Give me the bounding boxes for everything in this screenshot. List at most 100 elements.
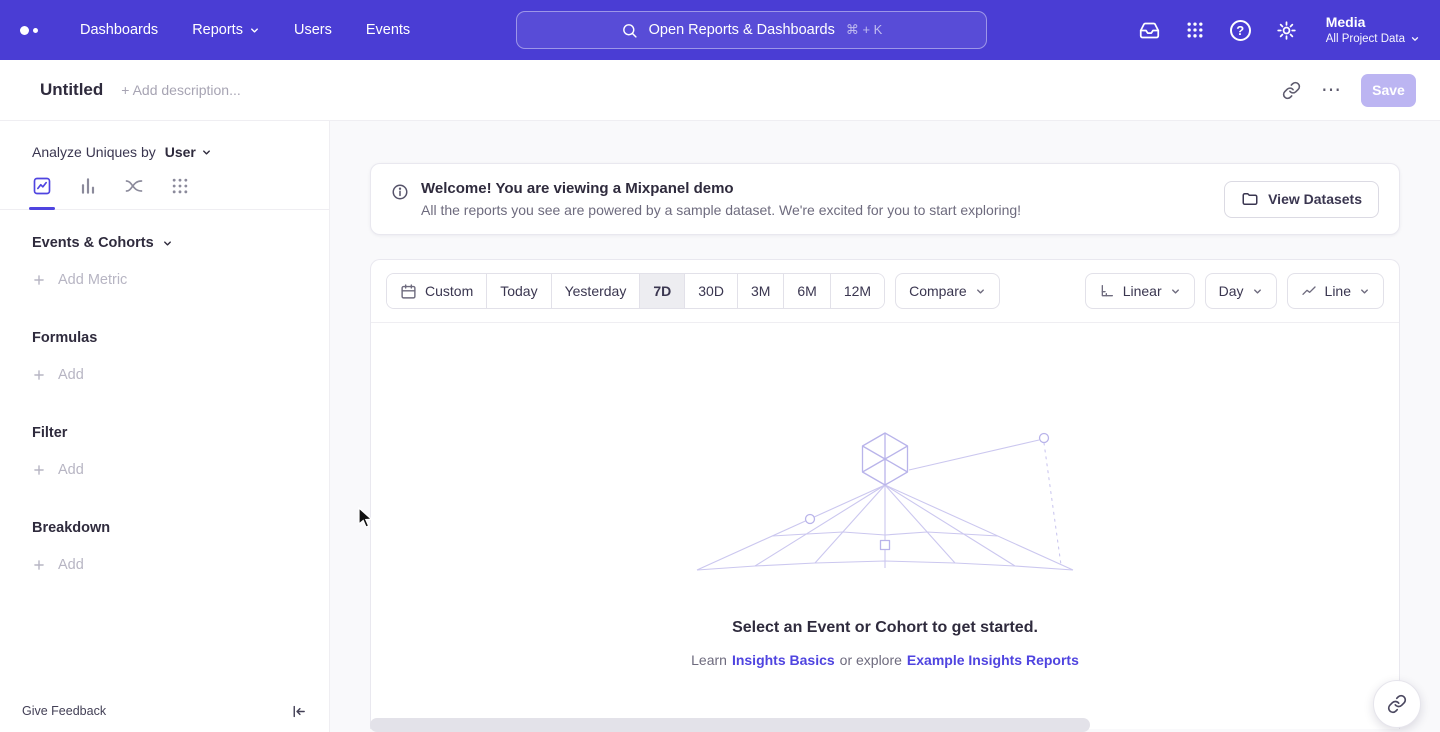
add-breakdown-button[interactable]: Add: [32, 557, 84, 573]
chevron-down-icon: [1359, 286, 1370, 297]
learn-prefix: Learn: [691, 652, 727, 668]
add-metric-label: Add Metric: [58, 272, 127, 288]
add-filter-label: Add: [58, 462, 84, 478]
scale-select[interactable]: Linear: [1085, 273, 1195, 309]
analyze-row: Analyze Uniques by User: [0, 121, 329, 160]
compare-label: Compare: [909, 283, 967, 299]
range-30d[interactable]: 30D: [684, 274, 737, 308]
insights-basics-link[interactable]: Insights Basics: [732, 652, 835, 668]
copy-link-icon[interactable]: [1282, 81, 1301, 100]
global-search[interactable]: Open Reports & Dashboards ⌘ + K: [516, 11, 987, 49]
calendar-icon: [400, 283, 417, 300]
primary-nav: Dashboards Reports Users Events: [80, 22, 410, 38]
info-icon: [391, 183, 409, 201]
analyze-by-value: User: [165, 144, 196, 160]
date-range-segmented-control: Custom Today Yesterday 7D 30D 3M 6M 12M: [386, 273, 885, 309]
collapse-sidebar-icon[interactable]: [290, 703, 307, 720]
granularity-select[interactable]: Day: [1205, 273, 1277, 309]
add-metric-button[interactable]: Add Metric: [32, 272, 127, 288]
chart-type-select[interactable]: Line: [1287, 273, 1384, 309]
share-link-fab[interactable]: [1373, 680, 1421, 728]
custom-date-button[interactable]: Custom: [387, 274, 486, 308]
formulas-section: Formulas: [32, 330, 329, 346]
range-yesterday[interactable]: Yesterday: [551, 274, 640, 308]
tab-retention[interactable]: [170, 176, 190, 209]
plus-icon: [32, 368, 46, 382]
chart-toolbar: Custom Today Yesterday 7D 30D 3M 6M 12M …: [371, 260, 1399, 322]
flows-icon: [124, 176, 144, 196]
range-7d[interactable]: 7D: [639, 274, 684, 308]
tab-flows[interactable]: [124, 176, 144, 209]
insights-chart-card: Custom Today Yesterday 7D 30D 3M 6M 12M …: [370, 259, 1400, 729]
link-icon: [1387, 694, 1407, 714]
range-6m[interactable]: 6M: [783, 274, 829, 308]
help-icon[interactable]: ?: [1230, 20, 1251, 41]
banner-title: Welcome! You are viewing a Mixpanel demo: [421, 180, 1021, 197]
analyze-by-select[interactable]: User: [165, 144, 212, 160]
tab-insights[interactable]: [32, 176, 52, 209]
range-today[interactable]: Today: [486, 274, 550, 308]
empty-state: Select an Event or Cohort to get started…: [371, 323, 1399, 668]
filter-section: Filter: [32, 425, 329, 441]
more-options-icon[interactable]: ⋯: [1321, 80, 1341, 100]
banner-subtitle: All the reports you see are powered by a…: [421, 202, 1021, 218]
insights-chart-icon: [32, 176, 52, 196]
analyze-label: Analyze Uniques by: [32, 144, 156, 160]
explore-text: or explore: [840, 652, 902, 668]
events-cohorts-section[interactable]: Events & Cohorts: [32, 235, 329, 251]
save-button[interactable]: Save: [1361, 74, 1416, 107]
query-sidebar: Analyze Uniques by User Events & Cohorts: [0, 121, 330, 732]
chevron-down-icon: [1410, 34, 1420, 44]
chevron-down-icon: [162, 238, 173, 249]
inbox-icon[interactable]: [1139, 20, 1160, 41]
add-filter-button[interactable]: Add: [32, 462, 84, 478]
events-cohorts-label: Events & Cohorts: [32, 235, 154, 251]
plus-icon: [32, 273, 46, 287]
visualization-tabs: [0, 176, 329, 210]
apps-grid-icon[interactable]: [1185, 20, 1205, 40]
report-header: Untitled + Add description... ⋯ Save: [0, 60, 1440, 121]
example-reports-link[interactable]: Example Insights Reports: [907, 652, 1079, 668]
empty-state-title: Select an Event or Cohort to get started…: [371, 619, 1399, 637]
granularity-label: Day: [1219, 283, 1244, 299]
plus-icon: [32, 558, 46, 572]
breakdown-section: Breakdown: [32, 520, 329, 536]
custom-date-label: Custom: [425, 283, 473, 299]
nav-events[interactable]: Events: [366, 22, 410, 38]
chevron-down-icon: [975, 286, 986, 297]
formulas-label: Formulas: [32, 330, 97, 346]
banner-text: Welcome! You are viewing a Mixpanel demo…: [421, 180, 1021, 218]
report-canvas: Welcome! You are viewing a Mixpanel demo…: [330, 121, 1440, 732]
settings-gear-icon[interactable]: [1276, 20, 1297, 41]
range-3m[interactable]: 3M: [737, 274, 783, 308]
plus-icon: [32, 463, 46, 477]
mixpanel-logo[interactable]: [20, 26, 62, 35]
add-description-field[interactable]: + Add description...: [121, 82, 240, 98]
project-data-view: All Project Data: [1326, 32, 1405, 47]
horizontal-scrollbar[interactable]: [370, 718, 1090, 732]
breakdown-label: Breakdown: [32, 520, 110, 536]
view-datasets-button[interactable]: View Datasets: [1224, 181, 1379, 218]
filter-label: Filter: [32, 425, 67, 441]
logo-dot-small: [33, 28, 38, 33]
report-actions: ⋯ Save: [1282, 74, 1416, 107]
tab-bar-chart[interactable]: [78, 176, 98, 209]
project-switcher[interactable]: Media All Project Data: [1326, 13, 1420, 46]
range-12m[interactable]: 12M: [830, 274, 884, 308]
report-title[interactable]: Untitled: [40, 80, 103, 100]
chevron-down-icon: [1170, 286, 1181, 297]
nav-reports[interactable]: Reports: [192, 22, 260, 38]
chevron-down-icon: [249, 25, 260, 36]
give-feedback-link[interactable]: Give Feedback: [22, 704, 106, 718]
chart-display-controls: Linear Day Line: [1085, 273, 1384, 309]
empty-state-links: Learn Insights Basics or explore Example…: [371, 652, 1399, 668]
folder-icon: [1241, 190, 1259, 208]
nav-reports-label: Reports: [192, 22, 243, 38]
chevron-down-icon: [1252, 286, 1263, 297]
nav-users[interactable]: Users: [294, 22, 332, 38]
logo-dot-large: [20, 26, 29, 35]
chevron-down-icon: [201, 147, 212, 158]
add-formula-button[interactable]: Add: [32, 367, 84, 383]
compare-button[interactable]: Compare: [895, 273, 1000, 309]
nav-dashboards[interactable]: Dashboards: [80, 22, 158, 38]
